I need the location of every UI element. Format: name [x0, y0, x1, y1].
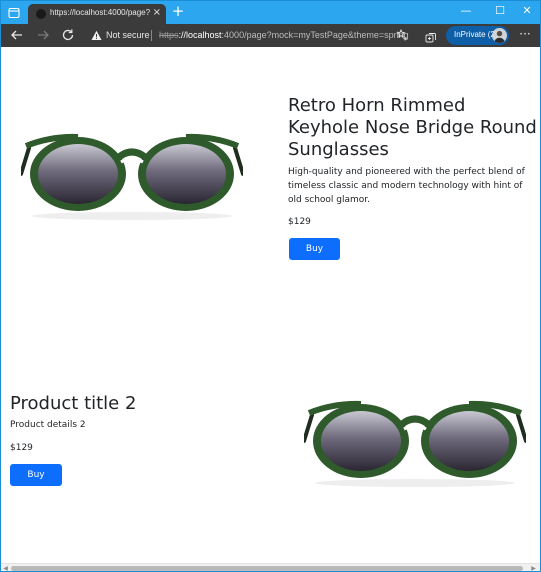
inprivate-button[interactable]: InPrivate (2) — [446, 26, 509, 45]
product-2-image — [302, 399, 528, 489]
url-host: ://localhost — [178, 30, 222, 40]
url-path: :4000/page?mock=myTestPage&theme=spring — [221, 30, 409, 40]
scrollbar-thumb[interactable] — [11, 566, 523, 571]
product-2-title: Product title 2 — [10, 393, 137, 414]
sunglasses-icon — [19, 133, 245, 220]
tab-actions-icon[interactable] — [7, 5, 21, 19]
favicon-icon — [36, 9, 46, 19]
tab-title: https://localhost:4000/page?mock= — [50, 8, 150, 17]
product-1-title: Retro Horn Rimmed Keyhole Nose Bridge Ro… — [288, 95, 537, 160]
address-divider — [151, 30, 152, 41]
title-bar: https://localhost:4000/page?mock= × + — … — [1, 1, 540, 24]
product-2-price: $129 — [10, 443, 33, 453]
close-window-icon[interactable]: ✕ — [517, 3, 537, 19]
product-1-image — [19, 132, 245, 222]
browser-toolbar: Not secure https://localhost:4000/page?m… — [1, 24, 540, 47]
forward-icon[interactable] — [34, 26, 52, 44]
avatar — [492, 28, 507, 43]
new-tab-icon[interactable]: + — [171, 4, 185, 20]
buy-now-button-1[interactable]: Buy Now — [289, 238, 340, 276]
browser-window: https://localhost:4000/page?mock= × + — … — [0, 0, 541, 572]
scroll-left-icon[interactable]: ◀ — [1, 565, 10, 571]
scroll-right-icon[interactable]: ▶ — [529, 565, 538, 571]
tab-active[interactable]: https://localhost:4000/page?mock= × — [28, 4, 166, 24]
back-icon[interactable] — [8, 26, 26, 44]
sunglasses-icon — [302, 400, 528, 487]
address-bar[interactable]: Not secure https://localhost:4000/page?m… — [85, 26, 415, 45]
horizontal-scrollbar[interactable]: ◀ ▶ — [1, 563, 540, 571]
maximize-icon[interactable]: ☐ — [490, 3, 510, 19]
not-secure-label[interactable]: Not secure — [106, 30, 150, 40]
buy-now-button-2[interactable]: Buy Now — [10, 464, 62, 502]
add-favorite-icon[interactable] — [396, 28, 408, 41]
url-scheme: https — [159, 30, 179, 40]
more-menu-icon[interactable]: ··· — [517, 27, 533, 43]
minimize-icon[interactable]: — — [456, 3, 476, 19]
product-1-price: $129 — [288, 217, 311, 227]
url-text[interactable]: https://localhost:4000/page?mock=myTestP… — [159, 30, 409, 40]
refresh-icon[interactable] — [59, 26, 77, 44]
page-viewport: Retro Horn Rimmed Keyhole Nose Bridge Ro… — [1, 47, 540, 563]
product-2-description: Product details 2 — [10, 420, 86, 430]
product-1-description: High-quality and pioneered with the perf… — [288, 167, 525, 205]
tab-close-icon[interactable]: × — [153, 7, 161, 19]
warning-icon[interactable] — [91, 30, 102, 41]
collections-icon[interactable] — [425, 29, 437, 43]
